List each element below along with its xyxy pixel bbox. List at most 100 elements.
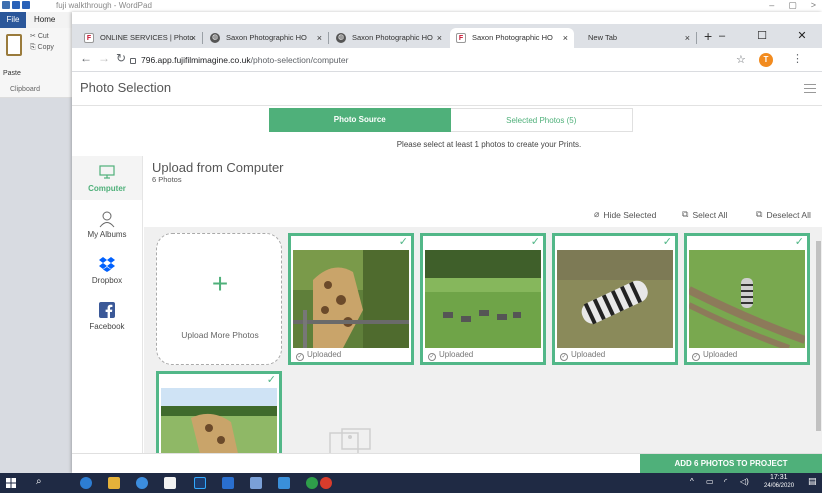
wordpad-window-controls[interactable]: – ▢ > [769,0,816,11]
paste-label[interactable]: Paste [3,70,21,77]
url-path: /photo-selection/computer [250,55,349,65]
paste-icon[interactable] [6,34,22,56]
save-icon[interactable] [2,1,10,9]
sidebar-item-computer[interactable]: Computer [72,156,142,200]
browser-tab-2[interactable]: ◍ Saxon Photographic HO × [204,28,328,48]
clock-date[interactable]: 24/06/2020 [764,483,794,489]
upload-more-label: Upload More Photos [181,330,259,340]
close-tab-icon[interactable]: × [685,28,690,48]
check-circle-icon: ✓ [560,353,568,361]
wordpad-taskbar-icon[interactable] [278,477,290,489]
dropbox-icon [99,257,115,272]
close-tab-icon[interactable]: × [317,28,322,48]
page-header: Photo Selection [72,72,822,106]
profile-avatar[interactable]: T [759,53,773,67]
quick-access-toolbar[interactable] [2,1,30,9]
close-tab-icon[interactable]: × [191,28,196,48]
search-icon[interactable]: ⌕ [36,476,42,487]
deselect-all-label: Deselect All [766,209,811,220]
photo-card[interactable]: ✓ ✓ Uploaded [420,233,546,365]
app-icon[interactable] [250,477,262,489]
hide-selected-button[interactable]: ⌀ Hide Selected [594,209,656,220]
url-host: 796.app.fujifilmimagine.co.uk [141,55,251,65]
battery-icon[interactable]: ▭ [706,477,714,486]
scrollbar-thumb[interactable] [816,241,821,431]
network-icon[interactable]: ◜ [724,477,727,486]
close-tab-icon[interactable]: × [437,28,442,48]
clock-time[interactable]: 17:31 [770,474,788,481]
chrome-taskbar-icon[interactable] [320,477,332,489]
maximize-icon[interactable]: ☐ [742,24,782,48]
copy-button[interactable]: ⎘ Copy [30,44,54,52]
tab-label: Saxon Photographic HO [352,33,433,42]
undo-icon[interactable] [12,1,20,9]
app-icon[interactable] [222,477,234,489]
minimize-icon[interactable]: – [702,24,742,48]
sidebar-item-dropbox[interactable]: Dropbox [72,248,142,292]
photo-card[interactable]: ✓ ✓ Uploaded [552,233,678,365]
notifications-icon[interactable]: ▤ [808,476,817,487]
add-photos-to-project-button[interactable]: ADD 6 PHOTOS TO PROJECT [640,454,822,473]
eye-slash-icon: ⌀ [594,209,600,219]
minimize-icon[interactable]: – [769,0,774,11]
upload-status: ✓ Uploaded [692,350,737,361]
close-tab-icon[interactable]: × [563,28,568,48]
reload-icon[interactable]: ↻ [116,51,126,65]
sidebar-item-my-albums[interactable]: My Albums [72,202,142,246]
hamburger-menu-icon[interactable] [804,84,816,93]
upload-status: ✓ Uploaded [560,350,605,361]
select-all-button[interactable]: ⧉ Select All [682,209,727,220]
browser-tab-new[interactable]: New Tab × [576,28,696,48]
wordpad-file-tab[interactable]: File [0,12,26,28]
file-explorer-icon[interactable] [108,477,120,489]
browser-tab-3[interactable]: ◍ Saxon Photographic HO × [330,28,448,48]
browser-icon[interactable] [136,477,148,489]
checkmark-icon: ✓ [530,236,540,248]
upload-more-photos-tile[interactable]: + Upload More Photos [156,233,282,365]
instruction-text: Please select at least 1 photos to creat… [396,140,582,149]
wordpad-home-tab[interactable]: Home [34,12,55,28]
sidebar-item-label: Dropbox [91,276,123,285]
cut-button[interactable]: ✂ Cut [30,32,49,40]
tab-label: New Tab [588,33,618,42]
sidebar-item-facebook[interactable]: Facebook [72,294,142,338]
app-icon[interactable] [306,477,318,489]
page-title: Photo Selection [80,80,172,95]
upload-status: ✓ Uploaded [428,350,473,361]
browser-tab-4-active[interactable]: F Saxon Photographic HO × [450,28,574,48]
photo-grid-scrollbar[interactable] [815,227,822,460]
deselect-all-button[interactable]: ⧉ Deselect All [756,209,811,220]
back-icon[interactable]: ← [80,51,92,65]
edge-icon[interactable] [80,477,92,489]
bookmark-star-icon[interactable]: ☆ [736,53,746,66]
select-all-icon: ⧉ [682,209,689,219]
lock-icon [130,57,136,64]
redo-icon[interactable] [22,1,30,9]
restore-icon[interactable]: ▢ [788,0,797,11]
cut-label: Cut [37,33,49,40]
close-icon[interactable]: ✕ [782,24,822,48]
address-bar: ← → ↻ 796.app.fujifilmimagine.co.uk/phot… [72,48,822,72]
close-icon[interactable]: > [811,0,816,11]
tab-photo-source[interactable]: Photo Source [269,108,451,132]
tab-selected-photos[interactable]: Selected Photos (5) [450,108,633,132]
store-icon[interactable] [164,477,176,489]
wordpad-title-bar: fuji walkthrough - WordPad – ▢ > [0,0,822,12]
show-hidden-icons-icon[interactable]: ^ [690,477,694,486]
upload-heading: Upload from Computer [152,160,284,175]
photoshop-icon[interactable] [194,477,206,489]
volume-icon[interactable]: ◁) [740,477,749,486]
chrome-menu-icon[interactable]: ⋮ [792,52,803,65]
url-field[interactable]: 796.app.fujifilmimagine.co.uk/photo-sele… [130,52,690,68]
browser-tab-1[interactable]: F ONLINE SERVICES | Photo × [78,28,202,48]
forward-icon[interactable]: → [98,51,110,65]
windows-start-icon[interactable] [6,478,16,488]
chrome-window-controls[interactable]: – ☐ ✕ [702,24,822,48]
person-icon [99,211,115,228]
status-label: Uploaded [571,350,606,359]
photo-card[interactable]: ✓ ✓ Uploaded [288,233,414,365]
chrome-window: F ONLINE SERVICES | Photo × ◍ Saxon Phot… [72,12,822,473]
photo-card[interactable]: ✓ ✓ Uploaded [684,233,810,365]
photo-thumbnail-zebra-grazing [557,250,673,348]
wordpad-document-area[interactable] [0,98,72,473]
